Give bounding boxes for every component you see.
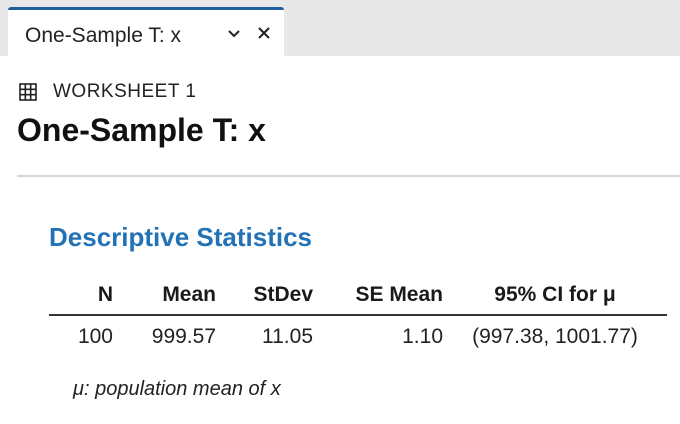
column-header-mean: Mean: [113, 280, 216, 316]
section-heading: Descriptive Statistics: [49, 222, 313, 252]
close-icon[interactable]: [256, 25, 272, 41]
grid-table-icon: [19, 83, 37, 101]
cell-mean: 999.57: [151, 325, 216, 348]
worksheet-label: WORKSHEET 1: [53, 81, 197, 102]
table-row: 100 999.57 11.05 1.10 (997.38, 1001.77): [49, 315, 667, 352]
page-title: One-Sample T: x: [17, 112, 266, 148]
tab-one-sample-t[interactable]: One-Sample T: x: [8, 7, 284, 56]
column-header-se-mean: SE Mean: [313, 280, 443, 316]
cell-n: 100: [77, 325, 113, 348]
chevron-down-icon[interactable]: [226, 27, 242, 41]
column-header-ci: 95% CI for μ: [443, 280, 667, 316]
cell-stdev: 11.05: [262, 325, 313, 348]
footnote: μ: population mean of x: [73, 378, 281, 400]
table-header-row: N Mean StDev SE Mean 95% CI for μ: [49, 280, 667, 316]
descriptive-statistics-table: N Mean StDev SE Mean 95% CI for μ 100 99…: [49, 280, 667, 352]
tab-title[interactable]: One-Sample T: x: [25, 24, 181, 48]
tab-strip: One-Sample T: x: [0, 0, 680, 56]
cell-se-mean: 1.10: [402, 325, 443, 348]
cell-ci: (997.38, 1001.77): [472, 325, 638, 348]
column-header-stdev: StDev: [216, 280, 313, 316]
worksheet-link[interactable]: WORKSHEET 1: [19, 80, 196, 104]
column-header-n: N: [49, 280, 113, 316]
divider: [17, 175, 680, 177]
